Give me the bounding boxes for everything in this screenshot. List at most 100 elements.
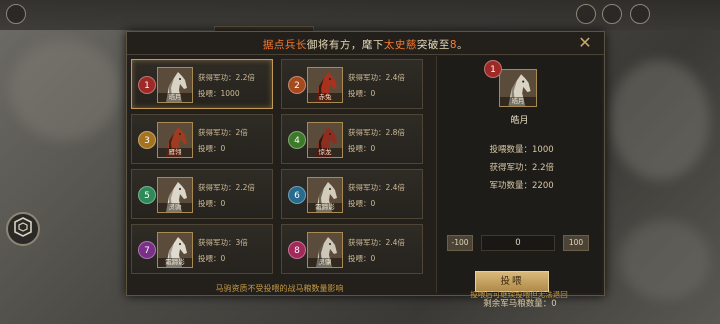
horse-info: 获得军功：2.2倍投喂：1000 [198, 70, 255, 102]
background-glow [620, 220, 710, 300]
horse-info: 获得军功：2倍 投喂：0 [198, 125, 248, 157]
fed-label: 投喂： [198, 144, 221, 153]
rank-badge: 6 [288, 186, 306, 204]
reward-label: 获得军功： [198, 238, 236, 247]
rank-badge: 4 [288, 131, 306, 149]
horse-name: 灵骥 [308, 258, 342, 267]
faction-button[interactable] [6, 212, 40, 246]
fed-value: 0 [220, 254, 226, 263]
stat-label: 获得军功： [489, 163, 532, 173]
fed-label: 投喂： [348, 144, 371, 153]
horse-info: 获得军功：2.2倍 投喂：0 [198, 180, 255, 212]
horse-card[interactable]: 霜蹄影 6 获得军功：2.4倍 投喂：0 [281, 169, 423, 219]
reward-value: 2.4倍 [385, 73, 405, 82]
detail-horse-name: 皓月 [510, 116, 529, 126]
background-glow [610, 60, 710, 180]
rank-badge: 8 [288, 241, 306, 259]
stat-value: 2.2倍 [532, 163, 555, 173]
stat-row: 投喂数量： 1000 [437, 141, 602, 159]
fed-label: 投喂： [348, 89, 371, 98]
reward-row: 获得军功：2.2倍 [198, 180, 255, 196]
fed-row: 投喂：0 [348, 251, 405, 267]
fed-value: 0 [370, 89, 376, 98]
fed-label: 投喂： [198, 254, 221, 263]
horse-card[interactable]: 灵驹 5 获得军功：2.2倍 投喂：0 [131, 169, 273, 219]
close-icon: ✕ [578, 33, 592, 52]
reward-value: 2.2倍 [235, 183, 255, 192]
stat-value: 2200 [532, 181, 554, 191]
horse-card[interactable]: 皓月 1 获得军功：2.2倍投喂：1000 [131, 59, 273, 109]
reward-row: 获得军功：2.4倍 [348, 180, 405, 196]
horse-portrait: 皓月 [157, 67, 193, 103]
reward-row: 获得军功：3倍 [198, 235, 248, 251]
horse-info: 获得军功：2.4倍 投喂：0 [348, 235, 405, 267]
reward-value: 2.2倍 [235, 73, 255, 82]
horse-info: 获得军功：2.8倍 投喂：0 [348, 125, 405, 157]
footer-note: 马驹资质不受投喂的战马粮数量影响 [215, 284, 344, 293]
header-text: 御将有方，麾下 [306, 39, 384, 51]
fed-row: 投喂：0 [348, 86, 405, 102]
amount-stepper: -100 0 100 [447, 235, 593, 251]
horse-name: 灵驹 [158, 203, 192, 212]
fed-value: 0 [220, 144, 226, 153]
detail-portrait-name: 皓月 [500, 97, 536, 106]
horse-info: 获得军功：2.4倍 投喂：0 [348, 180, 405, 212]
horse-card[interactable]: 惊龙 4 获得军功：2.8倍 投喂：0 [281, 114, 423, 164]
reward-label: 获得军功： [348, 128, 386, 137]
feed-warning-text: 投喂后可继续投喂但无法退回 [470, 290, 568, 299]
reward-label: 获得军功： [348, 183, 386, 192]
horse-card[interactable]: 雁翎 3 获得军功：2倍 投喂：0 [131, 114, 273, 164]
horse-portrait: 霜蹄影 [157, 232, 193, 268]
stat-row: 军功数量： 2200 [437, 177, 602, 195]
rank-badge: 1 [138, 76, 156, 94]
rank-badge: 5 [138, 186, 156, 204]
header-text: 突破至 [416, 39, 450, 51]
highlight-text: 太史慈 [383, 39, 417, 51]
fed-row: 投喂：0 [348, 141, 405, 157]
fed-value: 1000 [220, 89, 240, 98]
top-icon-button[interactable] [602, 4, 622, 24]
close-button[interactable]: ✕ [576, 34, 594, 52]
horse-card[interactable]: 赤兔 2 获得军功：2.4倍 投喂：0 [281, 59, 423, 109]
stat-label: 军功数量： [489, 181, 532, 191]
top-icon-button[interactable] [630, 4, 650, 24]
reward-label: 获得军功： [198, 73, 236, 82]
horse-info: 获得军功：2.4倍 投喂：0 [348, 70, 405, 102]
faction-icon [13, 217, 33, 241]
horse-list: 皓月 1 获得军功：2.2倍 投喂：1000 赤兔 2 获得军功：2.4倍 投喂：0 雁翎 3 获得… [131, 56, 431, 278]
fed-label: 投喂： [198, 199, 221, 208]
reward-label: 获得军功： [198, 128, 236, 137]
reward-row: 获得军功：2倍 [198, 125, 248, 141]
fed-value: 0 [220, 199, 226, 208]
reward-value: 2.4倍 [385, 238, 405, 247]
reward-value: 2.4倍 [385, 183, 405, 192]
background-glow [10, 40, 120, 140]
horse-name: 赤兔 [308, 93, 342, 102]
fed-row: 投喂：0 [198, 141, 248, 157]
back-button[interactable] [6, 4, 26, 24]
horse-card[interactable]: 灵骥 8 获得军功：2.4倍 投喂：0 [281, 224, 423, 274]
highlight-text: 据点兵长 [262, 39, 307, 51]
plus-100-button[interactable]: 100 [563, 235, 589, 251]
reward-row: 获得军功：2.2倍 [198, 70, 255, 86]
minus-100-button[interactable]: -100 [447, 235, 473, 251]
announcement-text: 据点兵长御将有方，麾下太史慈突破至8。 [127, 37, 604, 52]
fed-row: 投喂：0 [198, 196, 255, 212]
horse-name: 惊龙 [308, 148, 342, 157]
amount-input[interactable]: 0 [481, 235, 555, 251]
horse-name: 皓月 [158, 93, 192, 102]
horse-portrait: 赤兔 [307, 67, 343, 103]
top-icon-button[interactable] [576, 4, 596, 24]
fed-row: 投喂：0 [348, 196, 405, 212]
reward-value: 2.8倍 [385, 128, 405, 137]
horse-name: 霜蹄影 [308, 203, 342, 212]
reward-row: 获得军功：2.4倍 [348, 235, 405, 251]
horse-name: 雁翎 [158, 148, 192, 157]
fed-label: 投喂： [198, 89, 221, 98]
horse-portrait: 霜蹄影 [307, 177, 343, 213]
horse-name: 霜蹄影 [158, 258, 192, 267]
fed-row: 投喂：0 [198, 251, 248, 267]
rank-badge: 3 [138, 131, 156, 149]
reward-row: 获得军功：2.8倍 [348, 125, 405, 141]
horse-card[interactable]: 霜蹄影 7 获得军功：3倍 投喂：0 [131, 224, 273, 274]
